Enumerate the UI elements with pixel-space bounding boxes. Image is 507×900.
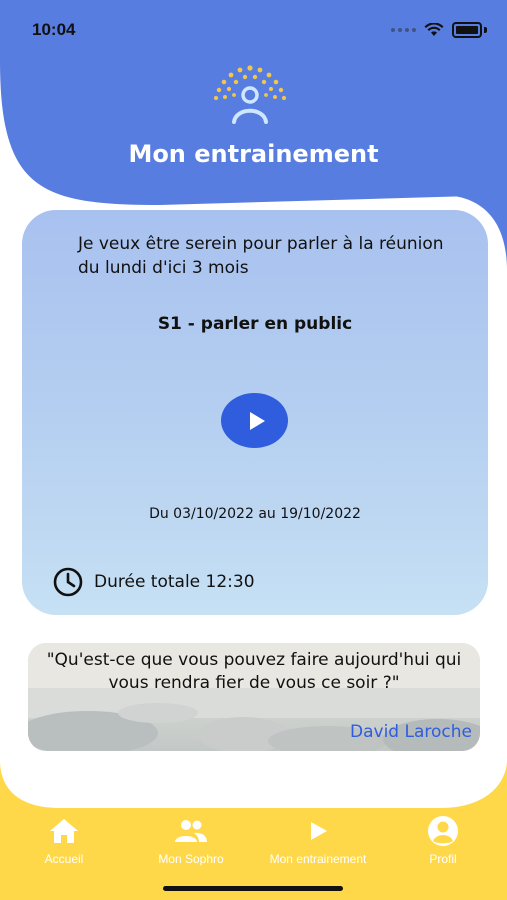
quote-text: "Qu'est-ce que vous pouvez faire aujourd… [46,650,462,693]
clock-icon [53,567,83,597]
duration-label: Durée totale 12:30 [94,572,255,592]
home-icon [50,819,78,843]
tab-mon-entrainement[interactable]: Mon entrainement [256,816,380,866]
tab-label: Mon entrainement [269,852,367,866]
duration: Durée totale 12:30 [52,566,255,598]
tab-label: Mon Sophro [158,852,224,866]
tab-label: Profil [429,852,457,866]
tab-mon-sophro[interactable]: Mon Sophro [146,816,236,866]
sun-person-icon [213,65,287,124]
session-title: S1 - parler en public [157,314,353,334]
status-icons [391,22,487,38]
page-title: Mon entrainement [128,140,379,168]
wifi-icon [424,23,444,36]
status-time: 10:04 [32,20,76,39]
tab-profil[interactable]: Profil [420,816,466,866]
goal-text: Je veux être serein pour parler à la réu… [78,234,444,278]
play-button[interactable] [221,393,288,448]
home-indicator [163,886,343,891]
tab-accueil[interactable]: Accueil [40,816,88,866]
quote-card: "Qu'est-ce que vous pouvez faire aujourd… [28,643,480,751]
signal-icon [391,28,416,32]
status-bar: 10:04 [0,0,507,60]
play-icon [311,822,327,840]
tab-label: Accueil [44,852,84,866]
people-icon [175,820,207,842]
date-range: Du 03/10/2022 au 19/10/2022 [149,506,361,522]
play-icon [249,411,265,430]
battery-icon [452,22,482,38]
quote-author: David Laroche [350,722,472,742]
profile-icon [428,816,458,846]
battery-tip [484,27,487,33]
session-card: Je veux être serein pour parler à la réu… [22,210,488,615]
